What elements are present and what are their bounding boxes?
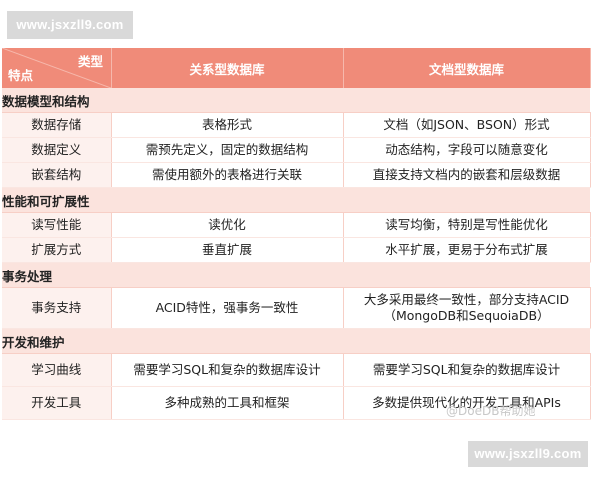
- section-header: 事务处理: [2, 262, 590, 288]
- table-row: 嵌套结构 需使用额外的表格进行关联 直接支持文档内的嵌套和层级数据: [2, 162, 591, 188]
- relational-cell: 需预先定义，固定的数据结构: [111, 137, 344, 163]
- document-cell: 需要学习SQL和复杂的数据库设计: [343, 353, 591, 387]
- feature-cell: 扩展方式: [2, 237, 112, 263]
- feature-cell: 嵌套结构: [2, 162, 112, 188]
- feature-cell: 开发工具: [2, 386, 112, 420]
- feature-cell: 读写性能: [2, 212, 112, 238]
- relational-cell: 多种成熟的工具和框架: [111, 386, 344, 420]
- document-cell: 直接支持文档内的嵌套和层级数据: [343, 162, 591, 188]
- table-row: 数据定义 需预先定义，固定的数据结构 动态结构，字段可以随意变化: [2, 137, 591, 163]
- relational-cell: 需使用额外的表格进行关联: [111, 162, 344, 188]
- relational-cell: 垂直扩展: [111, 237, 344, 263]
- corner-header: 类型 特点: [2, 48, 112, 88]
- feature-cell: 事务支持: [2, 287, 112, 329]
- header-relational: 关系型数据库: [111, 48, 344, 88]
- feature-cell: 数据定义: [2, 137, 112, 163]
- feature-cell: 学习曲线: [2, 353, 112, 387]
- table-row: 扩展方式 垂直扩展 水平扩展，更易于分布式扩展: [2, 237, 591, 263]
- table-row: 读写性能 读优化 读写均衡，特别是写性能优化: [2, 212, 591, 238]
- corner-feature-label: 特点: [8, 68, 34, 83]
- section-title: 事务处理: [2, 262, 590, 288]
- document-cell: 水平扩展，更易于分布式扩展: [343, 237, 591, 263]
- section-title: 性能和可扩展性: [2, 187, 590, 213]
- relational-cell: ACID特性，强事务一致性: [111, 287, 344, 329]
- document-cell: 大多采用最终一致性，部分支持ACID（MongoDB和SequoiaDB）: [343, 287, 591, 329]
- section-header: 性能和可扩展性: [2, 187, 590, 213]
- table-row: 数据存储 表格形式 文档（如JSON、BSON）形式: [2, 112, 591, 138]
- comparison-table: 类型 特点 关系型数据库 文档型数据库 数据模型和结构 数据存储 表格形式 文档…: [2, 48, 591, 420]
- header-document: 文档型数据库: [343, 48, 591, 88]
- table-row: 学习曲线 需要学习SQL和复杂的数据库设计 需要学习SQL和复杂的数据库设计: [2, 353, 591, 387]
- watermark-overlay: @DoeDB帮助她: [446, 404, 536, 418]
- feature-cell: 数据存储: [2, 112, 112, 138]
- relational-cell: 表格形式: [111, 112, 344, 138]
- relational-cell: 读优化: [111, 212, 344, 238]
- section-header: 数据模型和结构: [2, 88, 590, 113]
- table-header-row: 类型 特点 关系型数据库 文档型数据库: [2, 48, 591, 88]
- document-cell: 动态结构，字段可以随意变化: [343, 137, 591, 163]
- table-row: 事务支持 ACID特性，强事务一致性 大多采用最终一致性，部分支持ACID（Mo…: [2, 287, 591, 329]
- watermark-top: www.jsxzll9.com: [7, 11, 133, 39]
- corner-type-label: 类型: [77, 54, 103, 69]
- document-cell: 读写均衡，特别是写性能优化: [343, 212, 591, 238]
- document-cell: 文档（如JSON、BSON）形式: [343, 112, 591, 138]
- relational-cell: 需要学习SQL和复杂的数据库设计: [111, 353, 344, 387]
- section-title: 数据模型和结构: [2, 88, 590, 113]
- watermark-bottom: www.jsxzll9.com: [468, 441, 588, 467]
- section-title: 开发和维护: [2, 328, 590, 354]
- section-header: 开发和维护: [2, 328, 590, 354]
